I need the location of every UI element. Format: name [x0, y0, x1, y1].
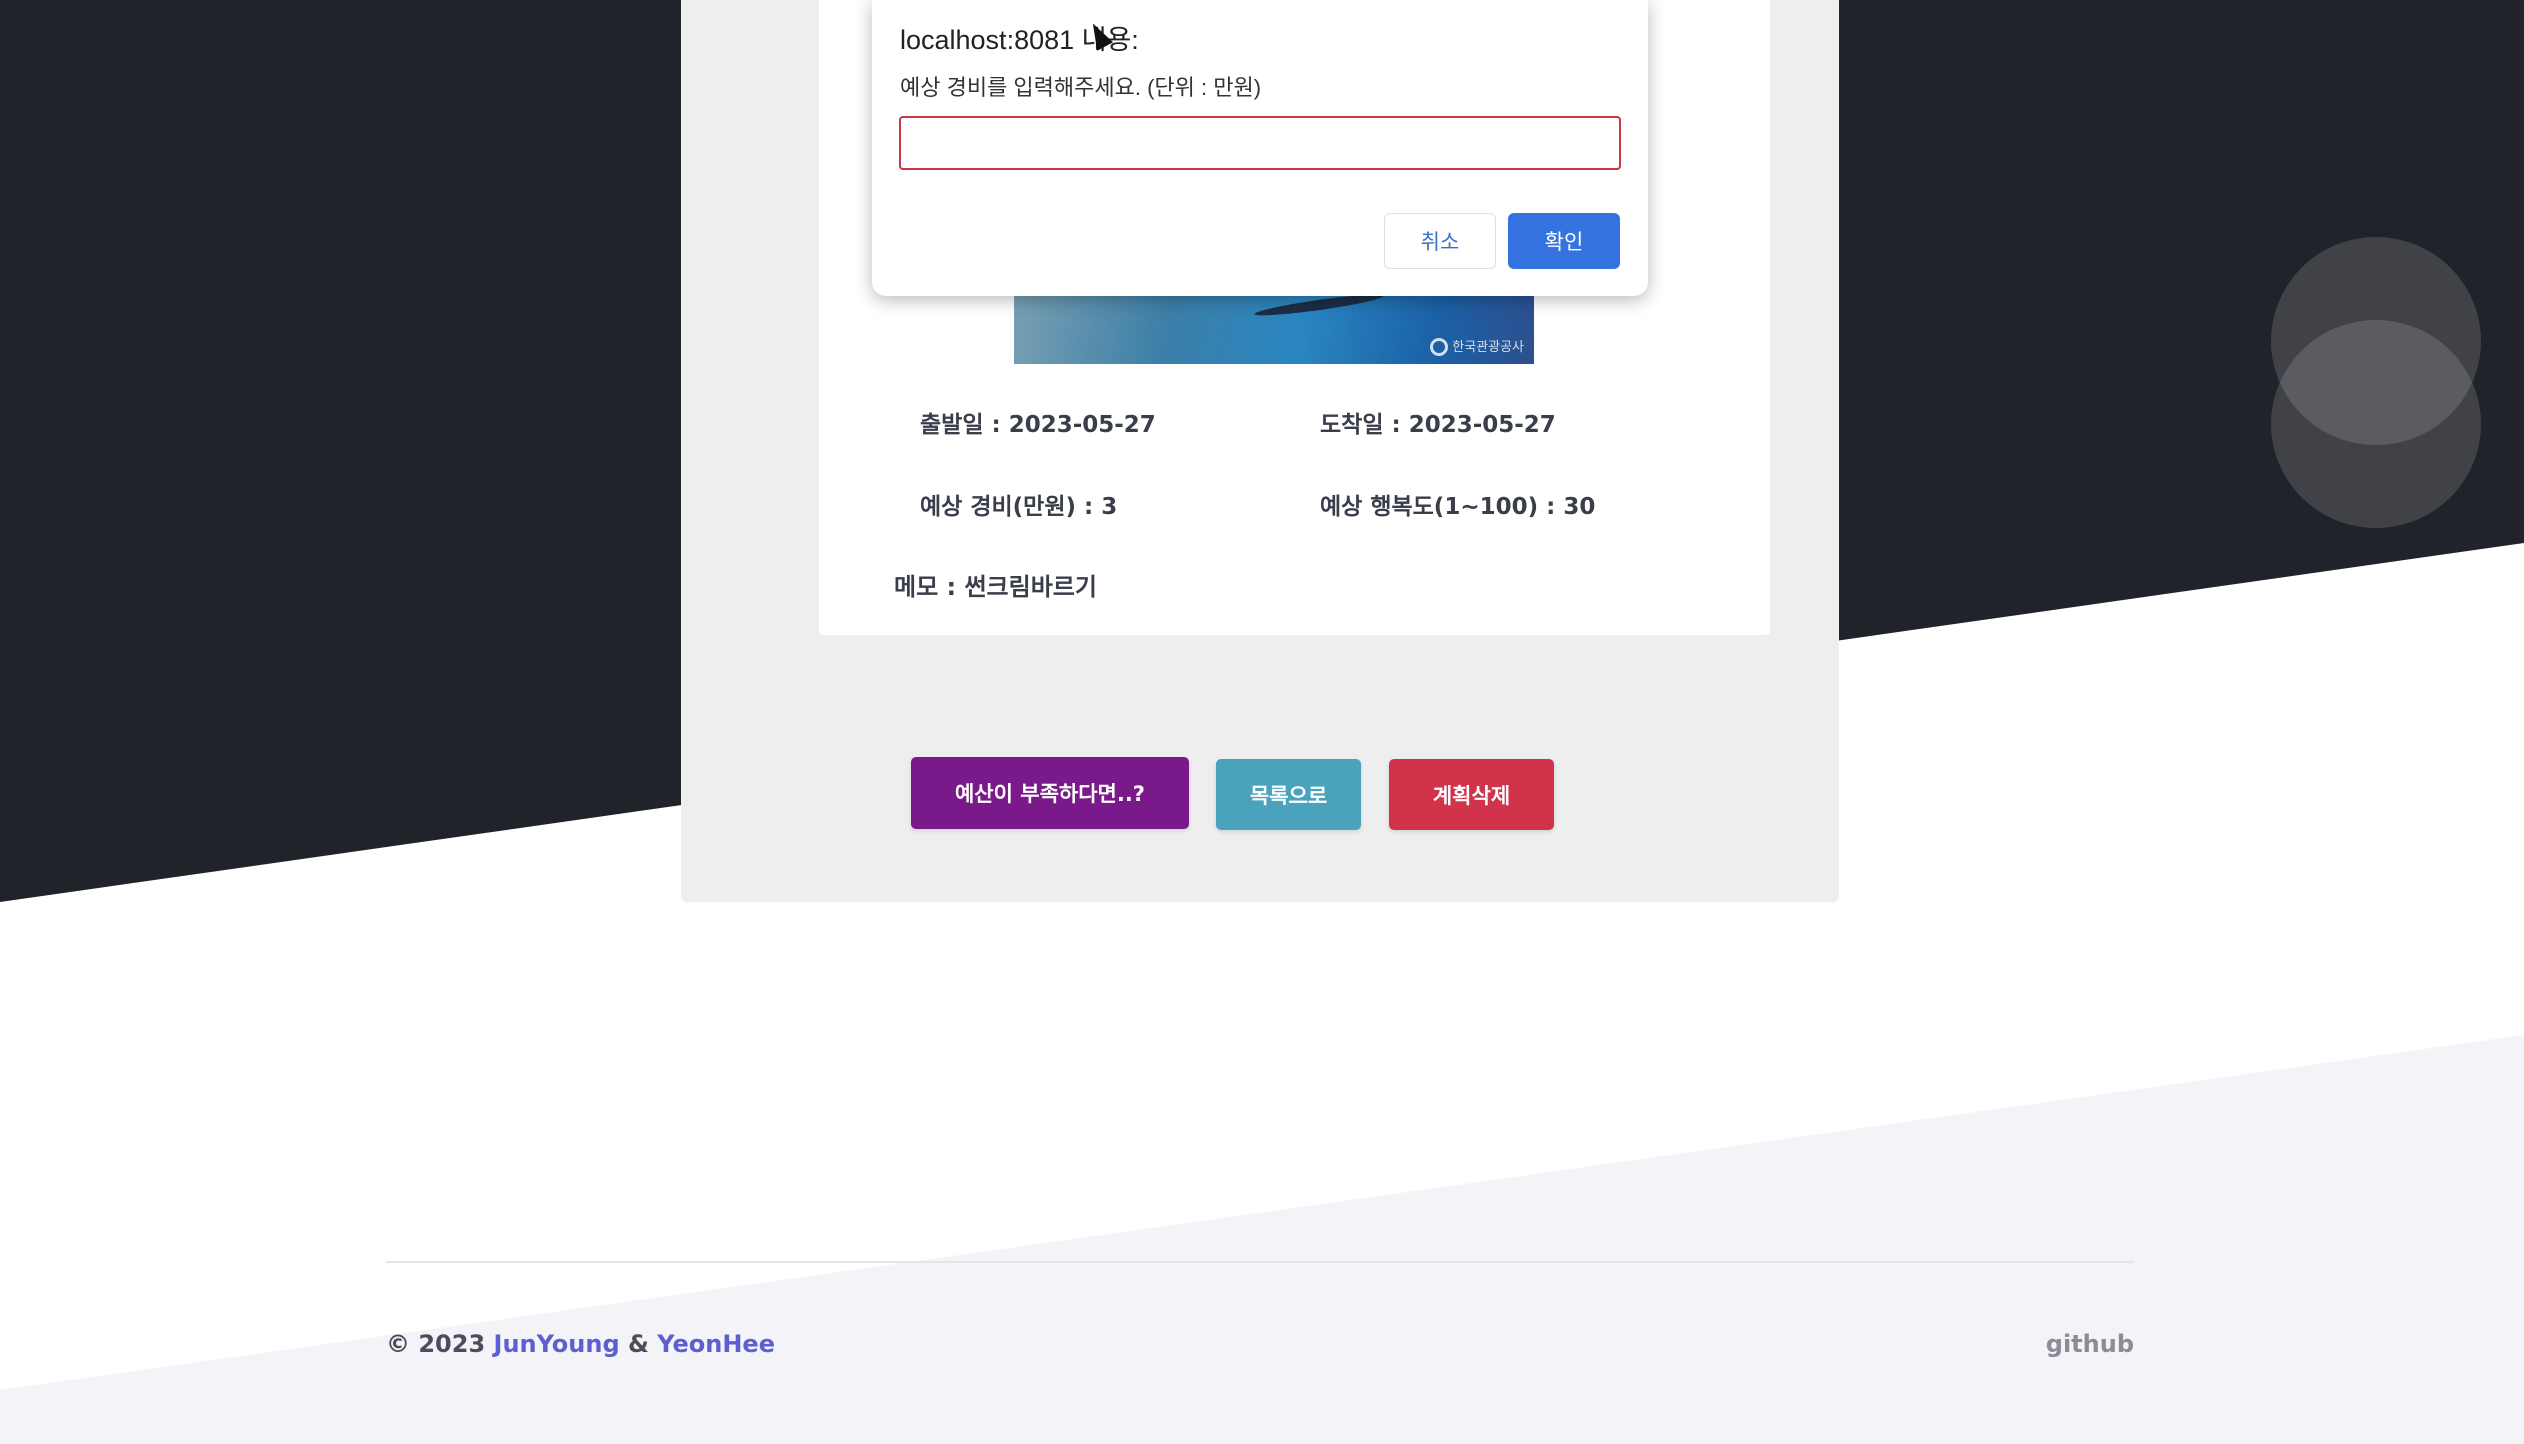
footer-copyright: © 2023 JunYoung & YeonHee [386, 1330, 775, 1358]
prompt-dialog: localhost:8081 내용: 예상 경비를 입력해주세요. (단위 : … [872, 0, 1648, 296]
author-link-junyoung[interactable]: JunYoung [494, 1330, 620, 1358]
budget-help-button[interactable]: 예산이 부족하다면..? [911, 757, 1189, 829]
delete-plan-button[interactable]: 계획삭제 [1389, 759, 1554, 830]
back-to-list-button[interactable]: 목록으로 [1216, 759, 1361, 830]
memo: 메모 : 썬크림바르기 [894, 573, 1097, 601]
ampersand-text: & [628, 1330, 649, 1358]
expected-happiness: 예상 행복도(1~100) : 30 [1320, 494, 1596, 520]
start-date: 출발일 : 2023-05-27 [920, 412, 1156, 438]
cancel-button[interactable]: 취소 [1384, 213, 1496, 269]
budget-prompt-input[interactable] [899, 116, 1621, 170]
tourism-logo-icon [1430, 338, 1449, 356]
author-link-yeonhee[interactable]: YeonHee [657, 1330, 775, 1358]
expected-budget: 예상 경비(만원) : 3 [920, 494, 1118, 520]
end-date: 도착일 : 2023-05-27 [1320, 412, 1556, 438]
footer-divider [386, 1261, 2134, 1263]
copyright-text: © 2023 [386, 1330, 486, 1358]
thumbnail-watermark: 한국관광공사 [1430, 336, 1524, 356]
dialog-message: 예상 경비를 입력해주세요. (단위 : 만원) [900, 75, 1262, 100]
github-link[interactable]: github [2046, 1330, 2134, 1358]
ok-button[interactable]: 확인 [1508, 213, 1620, 269]
decorative-circle [2271, 320, 2481, 528]
